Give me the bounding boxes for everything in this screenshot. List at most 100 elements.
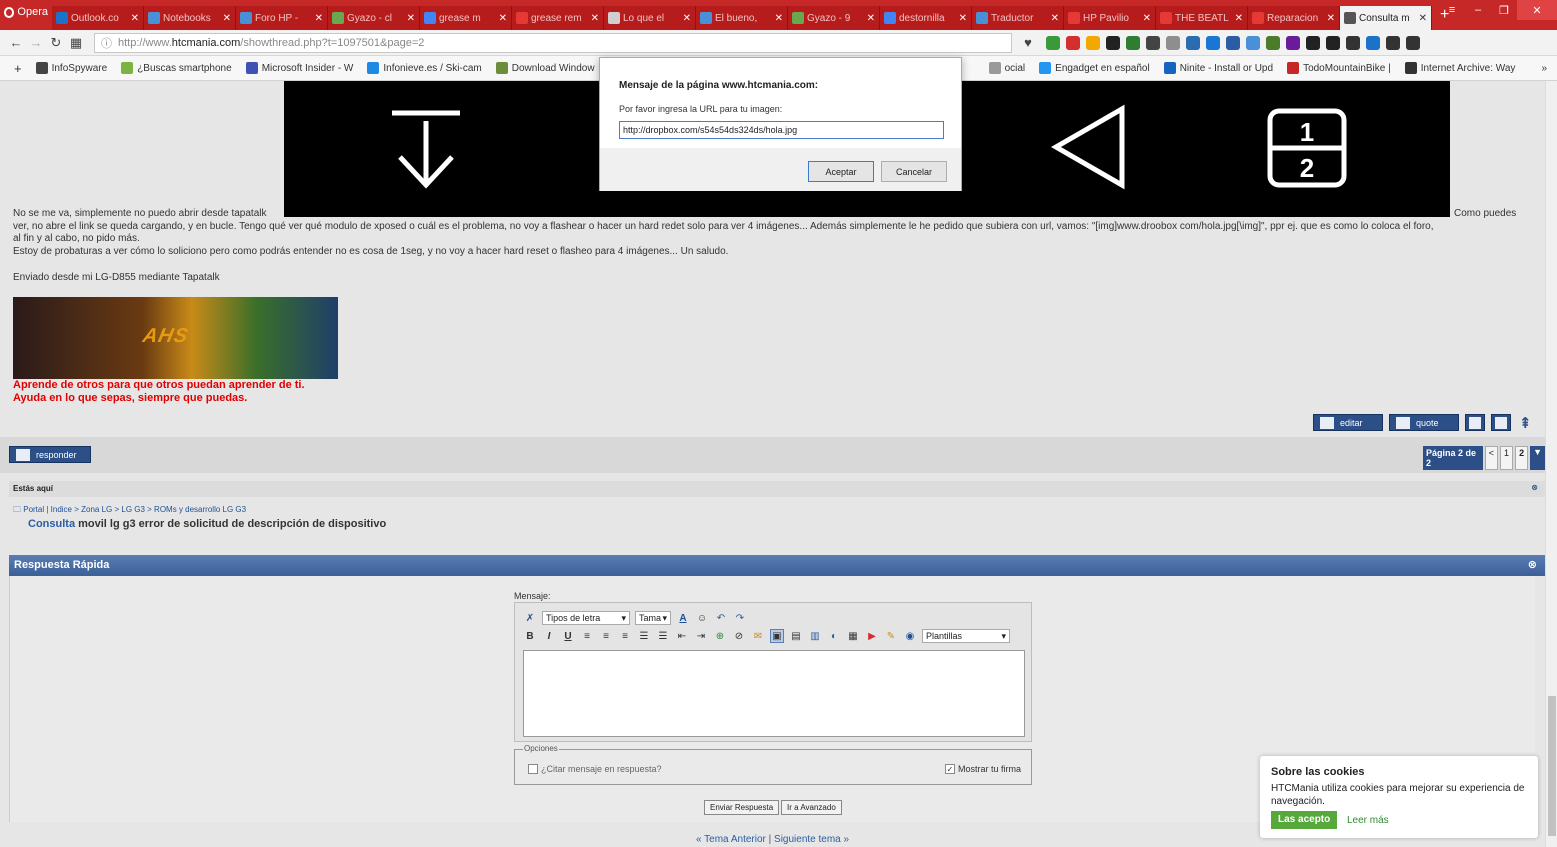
page-link[interactable]: 1 [1500, 446, 1514, 470]
extension-icon[interactable] [1226, 35, 1240, 50]
tab[interactable]: Traductor ✕ [972, 6, 1064, 30]
undo-icon[interactable]: ↶ [714, 611, 728, 625]
extension-icon[interactable] [1306, 35, 1320, 50]
align-left-icon[interactable]: ≡ [580, 629, 594, 643]
unordered-list-icon[interactable]: ☰ [656, 629, 670, 643]
note-icon[interactable]: ✎ [884, 629, 898, 643]
tab[interactable]: Gyazo - 9 ✕ [788, 6, 880, 30]
smiley-icon[interactable]: ☺ [695, 611, 709, 625]
underline-icon[interactable]: U [561, 629, 575, 643]
scrollbar-thumb[interactable] [1548, 696, 1556, 836]
extension-icon[interactable] [1286, 35, 1300, 50]
tab[interactable]: THE BEATL ✕ [1156, 6, 1248, 30]
remove-format-icon[interactable]: ✗ [523, 611, 537, 625]
page-link[interactable]: 2 [1515, 446, 1529, 470]
bookmark-item[interactable]: ¿Buscas smartphone [121, 62, 232, 74]
php-icon[interactable]: ◐ [827, 629, 841, 643]
extension-icon[interactable] [1366, 35, 1380, 50]
italic-icon[interactable]: I [542, 629, 556, 643]
tab[interactable]: Lo que el ✕ [604, 6, 696, 30]
extension-icon[interactable] [1266, 35, 1280, 50]
prev-page-link[interactable]: < [1484, 446, 1499, 470]
ordered-list-icon[interactable]: ☰ [637, 629, 651, 643]
close-tab-icon[interactable]: ✕ [131, 13, 139, 24]
accept-button[interactable]: Aceptar [808, 161, 874, 182]
extension-icon[interactable] [1206, 35, 1220, 50]
templates-select[interactable]: Plantillas ▾ [922, 629, 1010, 643]
advanced-reply-button[interactable]: Ir a Avanzado [781, 800, 842, 815]
page-menu-icon[interactable]: ▼ [1530, 446, 1545, 470]
bookmark-item[interactable]: Internet Archive: Way [1404, 62, 1515, 74]
extension-icon[interactable] [1146, 35, 1160, 50]
close-window-button[interactable]: ✕ [1517, 0, 1557, 20]
youtube-icon[interactable]: ▶ [865, 629, 879, 643]
heart-icon[interactable]: ♥ [1018, 35, 1038, 50]
reply-button[interactable]: responder [9, 446, 91, 463]
insert-image-icon[interactable]: ▣ [770, 629, 784, 643]
show-signature-option[interactable]: ✓ Mostrar tu firma [945, 764, 1021, 774]
tab[interactable]: grease rem ✕ [512, 6, 604, 30]
extension-icon[interactable] [1126, 35, 1140, 50]
extension-icon[interactable] [1046, 35, 1060, 50]
tab[interactable]: Notebooks ✕ [144, 6, 236, 30]
message-textarea[interactable] [523, 650, 1025, 737]
collapse-quick-reply-icon[interactable]: ⊗ [1528, 558, 1537, 571]
close-tab-icon[interactable]: ✕ [683, 13, 691, 24]
reload-icon[interactable]: ↻ [46, 35, 66, 51]
collapse-location-icon[interactable]: ⊗ [1531, 483, 1538, 492]
bookmark-item[interactable]: Infonieve.es / Ski-cam [367, 62, 482, 74]
image-url-input[interactable]: http://dropbox.com/s54s54ds324ds/hola.jp… [619, 121, 944, 139]
extension-icon[interactable] [1106, 35, 1120, 50]
close-tab-icon[interactable]: ✕ [1327, 13, 1335, 24]
checkbox-checked-icon[interactable]: ✓ [945, 764, 955, 774]
align-right-icon[interactable]: ≡ [618, 629, 632, 643]
insert-video-icon[interactable]: ▤ [789, 629, 803, 643]
accept-cookies-button[interactable]: Las acepto [1271, 811, 1338, 829]
prev-thread-link[interactable]: « Tema Anterior [696, 834, 766, 845]
bookmark-item[interactable]: TodoMountainBike | [1287, 62, 1391, 74]
extension-icon[interactable] [1186, 35, 1200, 50]
close-tab-icon[interactable]: ✕ [867, 13, 875, 24]
size-select[interactable]: Tama ▾ [635, 611, 671, 625]
multi-quote-button[interactable] [1465, 414, 1485, 431]
extension-icon[interactable] [1386, 35, 1400, 50]
tab[interactable]: Foro HP - ✕ [236, 6, 328, 30]
close-tab-icon[interactable]: ✕ [1051, 13, 1059, 24]
more-bookmarks-button[interactable]: » [1541, 63, 1547, 74]
bookmark-item[interactable]: Microsoft Insider - W [245, 62, 353, 74]
close-tab-icon[interactable]: ✕ [775, 13, 783, 24]
close-tab-icon[interactable]: ✕ [591, 13, 599, 24]
close-tab-icon[interactable]: ✕ [1235, 13, 1243, 24]
outdent-icon[interactable]: ⇤ [675, 629, 689, 643]
bookmark-item[interactable]: Engadget en español [1039, 62, 1150, 74]
tab[interactable]: grease m ✕ [420, 6, 512, 30]
thread-prefix[interactable]: Consulta [28, 518, 75, 530]
speed-dial-icon[interactable]: ▦ [66, 35, 86, 51]
tab[interactable]: El bueno, ✕ [696, 6, 788, 30]
bookmark-item[interactable]: ocial [988, 62, 1025, 74]
extension-icon[interactable] [1326, 35, 1340, 50]
extension-icon[interactable] [1406, 35, 1420, 50]
font-select[interactable]: Tipos de letra ▾ [542, 611, 630, 625]
email-icon[interactable]: ✉ [751, 629, 765, 643]
tab[interactable]: Gyazo - cl ✕ [328, 6, 420, 30]
forward-icon[interactable]: → [26, 35, 46, 50]
spell-icon[interactable]: ▦ [846, 629, 860, 643]
submit-reply-button[interactable]: Enviar Respuesta [704, 800, 780, 815]
close-tab-icon[interactable]: ✕ [499, 13, 507, 24]
page-scrollbar[interactable] [1545, 81, 1557, 847]
minimize-button[interactable]: ‒ [1465, 0, 1491, 20]
close-tab-icon[interactable]: ✕ [959, 13, 967, 24]
cancel-button[interactable]: Cancelar [881, 161, 947, 182]
go-top-icon[interactable]: ⇞ [1519, 414, 1532, 432]
extension-icon[interactable] [1066, 35, 1080, 50]
bookmark-item[interactable]: Ninite - Install or Upd [1163, 62, 1273, 74]
globe-icon[interactable]: ◉ [903, 629, 917, 643]
address-bar[interactable]: ⓘ http://www. htcmania.com/showthread.php… [94, 32, 1012, 53]
close-tab-icon[interactable]: ✕ [223, 13, 231, 24]
maximize-button[interactable]: ❐ [1491, 0, 1517, 20]
align-center-icon[interactable]: ≡ [599, 629, 613, 643]
extension-icon[interactable] [1346, 35, 1360, 50]
indent-icon[interactable]: ⇥ [694, 629, 708, 643]
tab[interactable]: destornilla ✕ [880, 6, 972, 30]
